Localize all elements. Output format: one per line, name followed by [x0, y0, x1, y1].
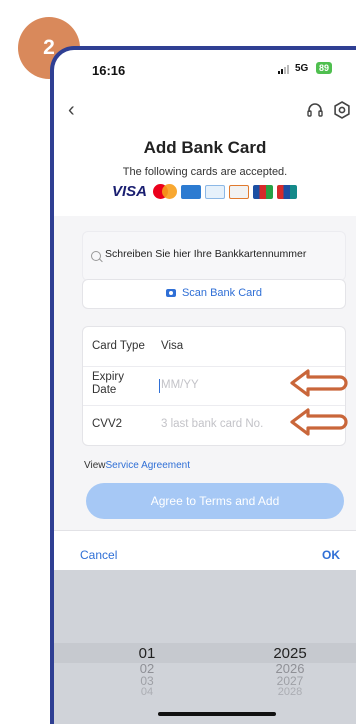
service-agreement: ViewService Agreement	[84, 460, 190, 471]
agreement-prefix: View	[84, 460, 106, 471]
mastercard-logo	[153, 184, 178, 199]
search-icon	[91, 251, 101, 261]
month-wheel[interactable]: 01 02 03 04	[132, 645, 162, 698]
card-number-input[interactable]: Schreiben Sie hier Ihre Bankkartennummer	[82, 231, 346, 281]
signal-icon	[278, 64, 289, 74]
page-subtitle: The following cards are accepted.	[122, 166, 288, 178]
scan-bank-card-label: Scan Bank Card	[181, 287, 263, 299]
ok-button[interactable]: OK	[322, 548, 340, 562]
home-indicator	[158, 712, 276, 716]
headset-icon[interactable]	[306, 102, 324, 123]
camera-icon	[165, 289, 176, 297]
year-option[interactable]: 2025	[268, 645, 312, 662]
year-option[interactable]: 2028	[268, 687, 312, 698]
accepted-card-logos: VISA	[112, 183, 298, 200]
visa-logo: VISA	[112, 183, 148, 200]
gear-icon[interactable]	[333, 101, 351, 124]
unionpay-logo	[277, 184, 298, 199]
expiry-date-label: Expiry Date	[92, 371, 124, 396]
jcb-logo	[253, 184, 274, 199]
text-cursor	[159, 379, 160, 393]
discover-logo	[229, 184, 250, 199]
status-time: 16:16	[92, 63, 126, 78]
card-type-row: Card Type Visa	[83, 327, 345, 367]
pointer-arrow-expiry	[290, 369, 348, 397]
battery-indicator: 89	[316, 62, 333, 74]
diners-logo	[205, 184, 226, 199]
card-type-value: Visa	[161, 340, 184, 352]
status-bar: 16:16 5G 89	[54, 50, 356, 88]
phone-screen: 16:16 5G 89 ‹ Add Bank Card The followin…	[50, 46, 356, 724]
month-option[interactable]: 04	[132, 687, 162, 698]
amex-logo	[181, 184, 202, 199]
date-picker: 01 02 03 04 2025 2026 2027 2028	[54, 570, 356, 724]
back-icon[interactable]: ‹	[68, 100, 75, 120]
cancel-button[interactable]: Cancel	[80, 548, 117, 562]
scan-bank-card-button[interactable]: Scan Bank Card	[82, 279, 346, 309]
cvv2-label: CVV2	[92, 418, 123, 430]
service-agreement-link[interactable]: Service Agreement	[106, 460, 191, 471]
pointer-arrow-cvv	[290, 408, 348, 436]
page-title: Add Bank Card	[143, 138, 267, 157]
month-option[interactable]: 01	[132, 645, 162, 662]
card-number-placeholder: Schreiben Sie hier Ihre Bankkartennummer	[105, 248, 307, 260]
network-label: 5G	[295, 63, 309, 74]
card-type-label: Card Type	[92, 340, 145, 352]
cvv2-placeholder: 3 last bank card No.	[161, 418, 264, 430]
year-wheel[interactable]: 2025 2026 2027 2028	[268, 645, 312, 698]
expiry-date-placeholder: MM/YY	[161, 379, 199, 391]
agree-and-add-button[interactable]: Agree to Terms and Add	[86, 483, 344, 519]
picker-toolbar: Cancel OK	[54, 530, 356, 571]
